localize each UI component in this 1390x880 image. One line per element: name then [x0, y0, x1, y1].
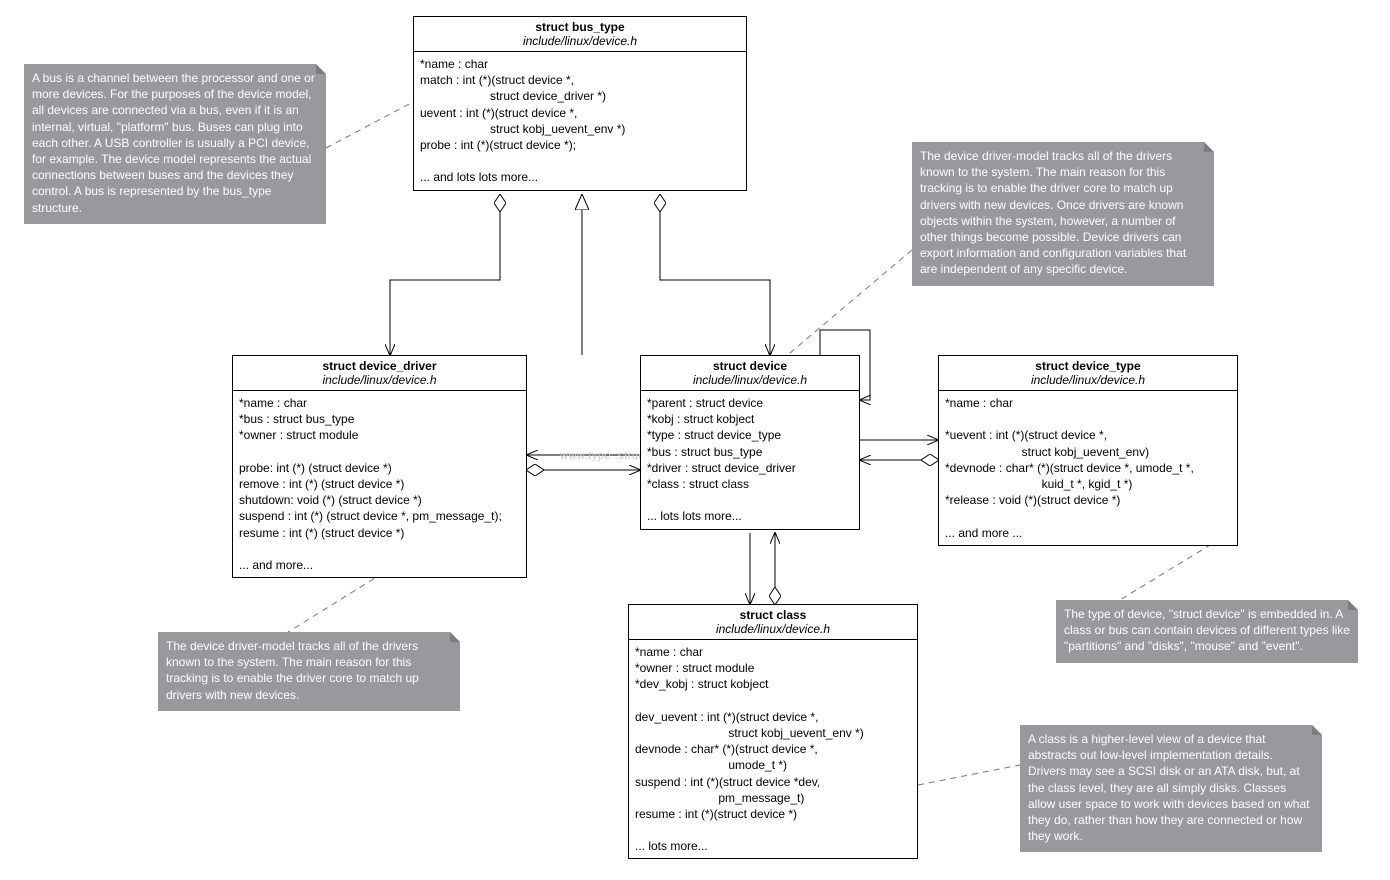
box-device-type-subtitle: include/linux/device.h — [939, 373, 1237, 391]
box-device-driver-title: struct device_driver — [233, 356, 526, 373]
note-driver-left-text: The device driver-model tracks all of th… — [166, 639, 419, 702]
box-bus-type: struct bus_type include/linux/device.h *… — [413, 16, 747, 191]
box-bus-type-body: *name : char match : int (*)(struct devi… — [414, 52, 746, 190]
box-device-driver-body: *name : char *bus : struct bus_type *own… — [233, 391, 526, 577]
note-type: The type of device, "struct device" is e… — [1056, 600, 1358, 663]
box-device-type: struct device_type include/linux/device.… — [938, 355, 1238, 546]
note-driver-right: The device driver-model tracks all of th… — [912, 142, 1214, 286]
box-class-subtitle: include/linux/device.h — [629, 622, 917, 640]
box-bus-type-title: struct bus_type — [414, 17, 746, 34]
box-class: struct class include/linux/device.h *nam… — [628, 604, 918, 859]
box-class-title: struct class — [629, 605, 917, 622]
note-bus-text: A bus is a channel between the processor… — [32, 71, 315, 215]
note-type-text: The type of device, "struct device" is e… — [1064, 607, 1350, 653]
note-class-text: A class is a higher-level view of a devi… — [1028, 732, 1309, 843]
box-device: struct device include/linux/device.h *pa… — [640, 355, 860, 530]
box-class-body: *name : char *owner : struct module *dev… — [629, 640, 917, 858]
note-bus: A bus is a channel between the processor… — [24, 64, 326, 224]
box-device-subtitle: include/linux/device.h — [641, 373, 859, 391]
box-bus-type-subtitle: include/linux/device.h — [414, 34, 746, 52]
note-driver-left: The device driver-model tracks all of th… — [158, 632, 460, 711]
box-device-driver-subtitle: include/linux/device.h — [233, 373, 526, 391]
box-device-type-body: *name : char *uevent : int (*)(struct de… — [939, 391, 1237, 545]
box-device-title: struct device — [641, 356, 859, 373]
box-device-driver: struct device_driver include/linux/devic… — [232, 355, 527, 578]
note-driver-right-text: The device driver-model tracks all of th… — [920, 149, 1186, 276]
box-device-type-title: struct device_type — [939, 356, 1237, 373]
box-device-body: *parent : struct device *kobj : struct k… — [641, 391, 859, 529]
note-class: A class is a higher-level view of a devi… — [1020, 725, 1322, 852]
